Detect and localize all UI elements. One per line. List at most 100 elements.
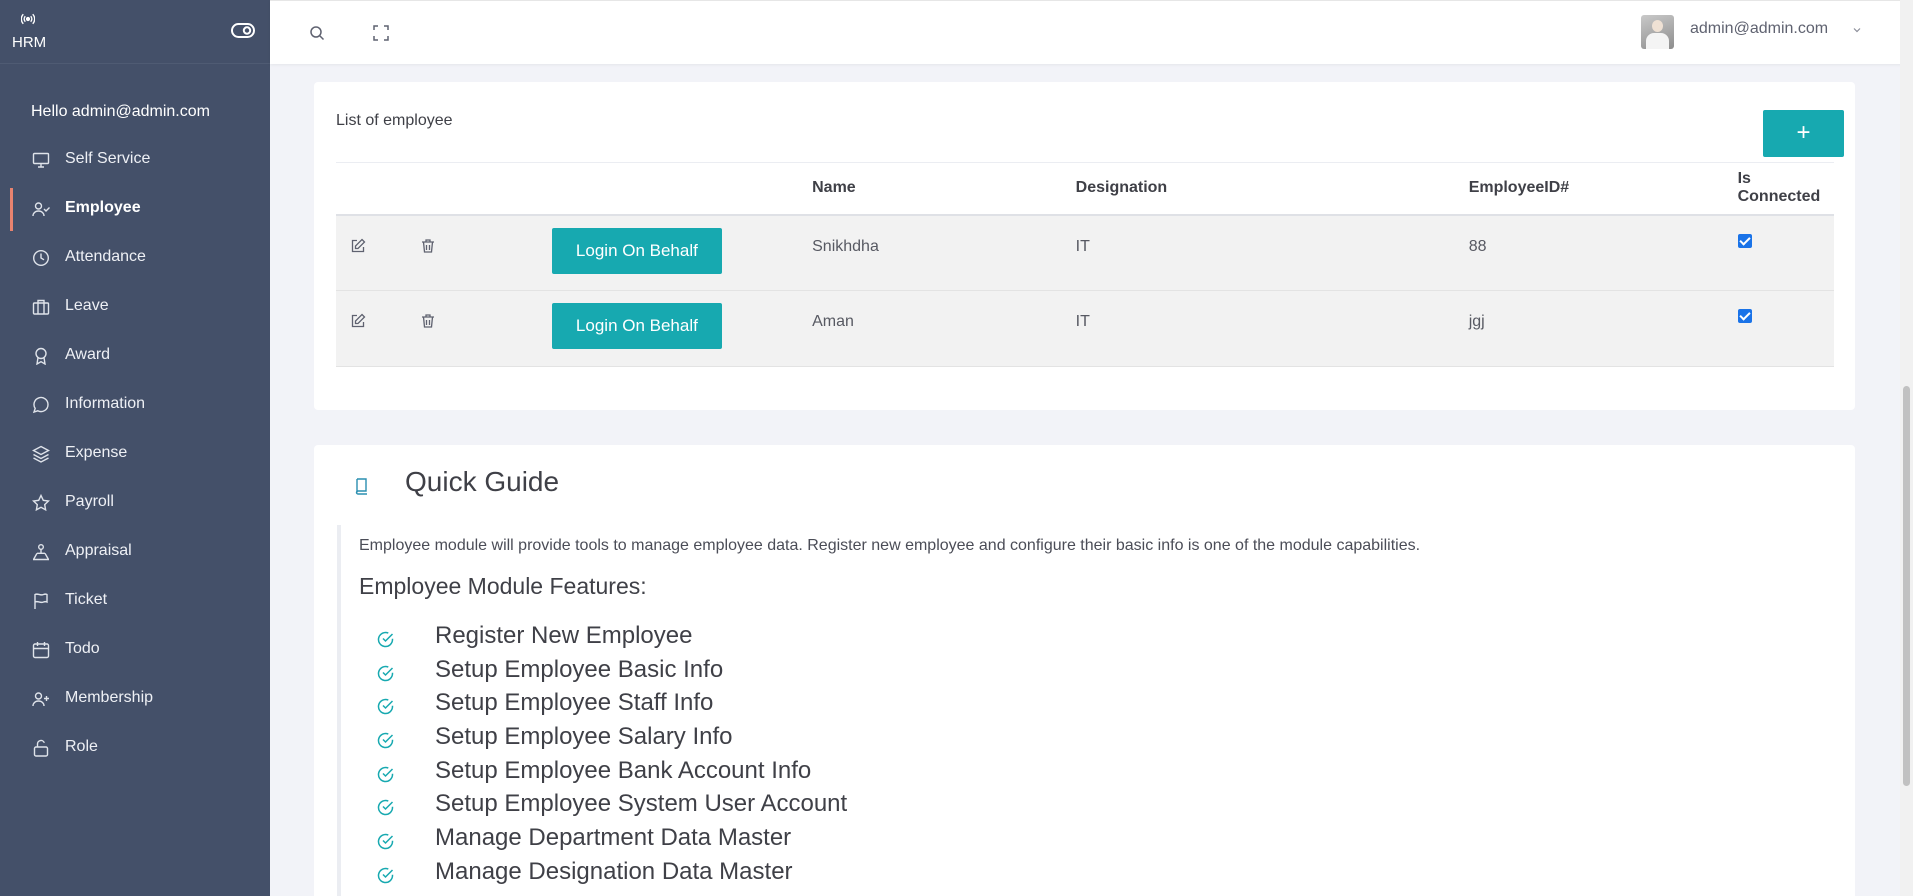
sidebar-item-label: Role bbox=[65, 738, 98, 755]
quick-guide-body: Employee module will provide tools to ma… bbox=[337, 525, 1827, 896]
check-circle-icon bbox=[377, 732, 394, 749]
features-heading: Employee Module Features: bbox=[359, 573, 647, 599]
check-circle-icon bbox=[377, 833, 394, 850]
quick-guide-description: Employee module will provide tools to ma… bbox=[359, 537, 1421, 554]
sidebar-item-role[interactable]: Role bbox=[0, 724, 270, 773]
feature-text: Setup Employee Basic Info bbox=[435, 655, 724, 683]
user-email[interactable]: admin@admin.com bbox=[1690, 20, 1828, 38]
column-header-designation: Designation bbox=[1075, 162, 1469, 216]
flag-icon bbox=[34, 593, 48, 609]
sidebar-greeting: Hello admin@admin.com bbox=[31, 103, 210, 120]
brand: HRM bbox=[0, 0, 270, 64]
feature-text: Manage Designation Data Master bbox=[435, 857, 793, 885]
sidebar-item-label: Attendance bbox=[65, 248, 146, 265]
sidebar-item-expense[interactable]: Expense bbox=[0, 430, 270, 479]
sidebar-item-label: Membership bbox=[65, 689, 154, 706]
sidebar-item-label: Expense bbox=[65, 444, 128, 461]
add-employee-button[interactable]: + bbox=[1763, 110, 1844, 157]
sidebar-item-label: Todo bbox=[65, 640, 100, 657]
scrollbar-thumb[interactable] bbox=[1903, 386, 1910, 786]
quick-guide-card: Quick Guide Employee module will provide… bbox=[314, 445, 1855, 896]
employee-table: Name Designation EmployeeID# Is Connecte… bbox=[336, 162, 1834, 367]
page-scrollbar[interactable] bbox=[1900, 0, 1913, 896]
star-icon bbox=[32, 494, 50, 512]
sidebar-menu: Self Service Employee Attendance Leave A… bbox=[0, 136, 270, 773]
sidebar-toggle-icon[interactable] bbox=[231, 22, 255, 40]
employee-designation: IT bbox=[1075, 237, 1090, 255]
sidebar-item-appraisal[interactable]: Appraisal bbox=[0, 528, 270, 577]
sidebar-item-membership[interactable]: Membership bbox=[0, 675, 270, 724]
sidebar-item-label: Leave bbox=[65, 297, 109, 314]
login-on-behalf-button[interactable]: Login On Behalf bbox=[551, 303, 722, 349]
user-check-icon bbox=[32, 202, 50, 217]
sidebar-item-self-service[interactable]: Self Service bbox=[0, 136, 270, 185]
feature-text: Setup Employee Staff Info bbox=[435, 689, 714, 717]
sidebar-item-label: Ticket bbox=[65, 591, 108, 608]
check-circle-icon bbox=[377, 867, 394, 884]
check-circle-icon bbox=[377, 665, 394, 681]
sidebar-item-attendance[interactable]: Attendance bbox=[0, 234, 270, 283]
sidebar-item-label: Self Service bbox=[65, 150, 151, 167]
column-header bbox=[403, 162, 466, 216]
edit-icon[interactable] bbox=[350, 238, 366, 254]
quick-guide-title: Quick Guide bbox=[405, 466, 560, 497]
message-circle-icon bbox=[32, 396, 49, 414]
sidebar-item-label: Employee bbox=[65, 199, 141, 216]
employee-list-card: List of employee + Name Designation Empl… bbox=[314, 82, 1855, 410]
trash-icon[interactable] bbox=[420, 238, 436, 254]
check-circle-icon bbox=[377, 766, 394, 782]
fullscreen-icon[interactable] bbox=[373, 25, 389, 41]
column-header bbox=[465, 162, 813, 216]
check-circle-icon bbox=[377, 800, 394, 816]
edit-icon[interactable] bbox=[350, 313, 366, 329]
user-plus-icon bbox=[32, 692, 49, 707]
table-header-row: Name Designation EmployeeID# Is Connecte… bbox=[336, 162, 1834, 216]
search-icon[interactable] bbox=[309, 25, 325, 41]
feature-text: Setup Employee Bank Account Info bbox=[435, 756, 812, 784]
sidebar-item-payroll[interactable]: Payroll bbox=[0, 479, 270, 528]
sidebar-item-label: Information bbox=[65, 395, 146, 412]
chevron-down-icon[interactable] bbox=[1852, 25, 1862, 35]
feature-text: Manage Department Data Master bbox=[435, 824, 792, 852]
sidebar-item-employee[interactable]: Employee bbox=[0, 185, 270, 234]
sidebar-item-award[interactable]: Award bbox=[0, 332, 270, 381]
sidebar-item-todo[interactable]: Todo bbox=[0, 626, 270, 675]
feature-text: Setup Employee Salary Info bbox=[435, 723, 733, 751]
employee-list-title: List of employee bbox=[336, 112, 453, 129]
topbar: admin@admin.com bbox=[270, 0, 1913, 64]
employee-name: Aman bbox=[812, 313, 854, 330]
is-connected-checkbox[interactable] bbox=[1737, 309, 1752, 323]
employee-id: 88 bbox=[1468, 237, 1487, 255]
award-icon bbox=[35, 347, 47, 365]
employee-designation: IT bbox=[1075, 313, 1090, 330]
layers-icon bbox=[32, 445, 50, 463]
appraisal-icon bbox=[32, 544, 50, 561]
sidebar-item-information[interactable]: Information bbox=[0, 381, 270, 430]
table-row: Login On Behalf Aman IT jgj bbox=[336, 290, 1834, 367]
trash-icon[interactable] bbox=[420, 313, 436, 329]
calendar-icon bbox=[32, 642, 50, 659]
sidebar-item-ticket[interactable]: Ticket bbox=[0, 577, 270, 626]
check-circle-icon bbox=[377, 631, 394, 648]
sidebar-item-label: Payroll bbox=[65, 493, 114, 510]
column-header-employee-id: EmployeeID# bbox=[1468, 162, 1738, 216]
column-header-is-connected: Is Connected bbox=[1737, 162, 1834, 216]
column-header bbox=[336, 162, 404, 216]
sidebar-item-leave[interactable]: Leave bbox=[0, 283, 270, 332]
feature-text: Setup Employee System User Account bbox=[435, 790, 848, 818]
is-connected-checkbox[interactable] bbox=[1737, 233, 1752, 248]
briefcase-icon bbox=[32, 299, 50, 315]
avatar[interactable] bbox=[1641, 15, 1674, 49]
sidebar-item-label: Award bbox=[65, 346, 111, 363]
employee-name: Snikhdha bbox=[812, 237, 879, 255]
unlock-icon bbox=[33, 739, 49, 757]
broadcast-icon bbox=[21, 13, 35, 25]
monitor-icon bbox=[32, 152, 50, 168]
employee-id: jgj bbox=[1468, 313, 1485, 330]
sidebar-item-label: Appraisal bbox=[65, 542, 132, 559]
feature-text: Register New Employee bbox=[435, 622, 693, 649]
check-circle-icon bbox=[377, 699, 394, 715]
table-row: Login On Behalf Snikhdha IT 88 bbox=[336, 214, 1834, 291]
column-header-name: Name bbox=[812, 162, 1076, 216]
login-on-behalf-button[interactable]: Login On Behalf bbox=[551, 227, 722, 274]
